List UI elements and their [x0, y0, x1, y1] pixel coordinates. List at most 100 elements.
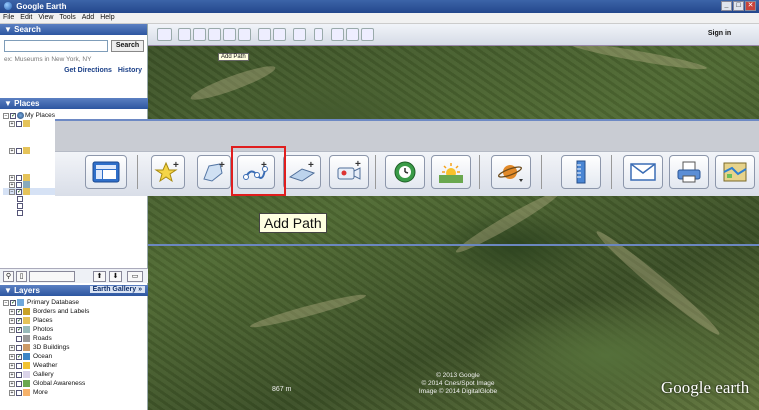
layer-item[interactable]: + Weather	[3, 361, 148, 370]
menu-file[interactable]: File	[3, 13, 14, 23]
expand-icon[interactable]: +	[9, 181, 15, 188]
add-placemark-button[interactable]: +	[151, 155, 185, 189]
panel-toggle-icon[interactable]: ▯	[16, 271, 27, 282]
print-button[interactable]	[669, 155, 709, 189]
sunlight-button[interactable]	[431, 155, 471, 189]
search-button[interactable]: Search	[111, 40, 144, 52]
checkbox[interactable]	[16, 344, 22, 351]
expand-icon[interactable]: +	[9, 371, 15, 378]
checkbox[interactable]	[16, 335, 22, 342]
close-button[interactable]: ✕	[745, 1, 756, 11]
checkbox[interactable]	[16, 371, 22, 378]
image-overlay-icon[interactable]	[223, 28, 236, 41]
expand-icon[interactable]: +	[9, 120, 15, 127]
checkbox[interactable]	[16, 317, 22, 324]
places-panel-header[interactable]: ▼ Places	[0, 98, 148, 109]
expand-icon[interactable]: +	[9, 344, 15, 351]
search-input[interactable]	[4, 40, 108, 52]
checkbox[interactable]	[16, 353, 22, 360]
layer-item[interactable]: − Primary Database	[3, 298, 148, 307]
checkbox[interactable]	[16, 362, 22, 369]
view-in-maps-button[interactable]	[715, 155, 755, 189]
layer-item[interactable]: + More	[3, 388, 148, 397]
sidebar-toggle-button[interactable]	[85, 155, 127, 189]
expand-icon[interactable]: −	[9, 188, 15, 195]
expand-icon[interactable]: +	[9, 326, 15, 333]
expand-icon[interactable]: +	[9, 353, 15, 360]
expand-icon[interactable]: +	[9, 389, 15, 396]
menu-edit[interactable]: Edit	[20, 13, 32, 23]
svg-text:+: +	[173, 160, 179, 171]
ruler-button[interactable]	[561, 155, 601, 189]
record-tour-button[interactable]: +	[329, 155, 369, 189]
layer-item[interactable]: + Photos	[3, 325, 148, 334]
checkbox[interactable]	[16, 188, 22, 195]
menu-add[interactable]: Add	[82, 13, 94, 23]
checkbox[interactable]	[16, 326, 22, 333]
menu-tools[interactable]: Tools	[59, 13, 75, 23]
expand-icon[interactable]: +	[9, 308, 15, 315]
sunlight-icon[interactable]	[273, 28, 286, 41]
expand-icon[interactable]: +	[9, 362, 15, 369]
menu-view[interactable]: View	[38, 13, 53, 23]
planets-button[interactable]	[491, 155, 531, 189]
search-places-icon[interactable]: ⚲	[3, 271, 14, 282]
sidebar-toggle-icon[interactable]	[157, 28, 172, 41]
menu-help[interactable]: Help	[100, 13, 114, 23]
email-icon[interactable]	[331, 28, 344, 41]
layer-item[interactable]: + Ocean	[3, 352, 148, 361]
checkbox[interactable]	[16, 389, 22, 396]
ruler-icon[interactable]	[314, 28, 323, 41]
down-arrow-icon[interactable]: ⬇	[109, 271, 122, 282]
places-filter-input[interactable]	[29, 271, 75, 282]
expand-icon[interactable]: +	[9, 147, 15, 154]
checkbox[interactable]	[17, 202, 23, 209]
earth-gallery-button[interactable]: Earth Gallery »	[89, 286, 145, 293]
checkbox[interactable]	[17, 209, 23, 216]
placemark-icon[interactable]	[178, 28, 191, 41]
checkbox[interactable]	[16, 120, 22, 127]
globe-icon	[17, 112, 24, 119]
checkbox[interactable]	[16, 380, 22, 387]
print-icon[interactable]	[346, 28, 359, 41]
expand-icon[interactable]: −	[3, 112, 9, 119]
layer-item[interactable]: + Gallery	[3, 370, 148, 379]
add-image-overlay-button[interactable]: +	[283, 155, 321, 189]
polygon-icon[interactable]	[193, 28, 206, 41]
folder-add-icon[interactable]: ▭	[127, 271, 143, 282]
layer-item[interactable]: + Borders and Labels	[3, 307, 148, 316]
email-button[interactable]	[623, 155, 663, 189]
expand-icon[interactable]: +	[9, 317, 15, 324]
checkbox[interactable]	[10, 299, 16, 306]
history-link[interactable]: History	[118, 67, 142, 74]
layer-item[interactable]: + Global Awareness	[3, 379, 148, 388]
historical-imagery-button[interactable]	[385, 155, 425, 189]
add-polygon-button[interactable]: +	[197, 155, 231, 189]
checkbox[interactable]	[16, 147, 22, 154]
sign-in-button[interactable]: Sign in	[680, 27, 759, 41]
up-arrow-icon[interactable]: ⬆	[93, 271, 106, 282]
historical-imagery-icon[interactable]	[258, 28, 271, 41]
record-tour-icon[interactable]	[238, 28, 251, 41]
checkbox[interactable]	[16, 308, 22, 315]
layers-panel-header[interactable]: ▼ Layers Earth Gallery »	[0, 285, 148, 296]
checkbox[interactable]	[17, 195, 23, 202]
get-directions-link[interactable]: Get Directions	[64, 67, 112, 74]
layer-item[interactable]: +Roads	[3, 334, 148, 343]
path-icon[interactable]	[208, 28, 221, 41]
layer-item[interactable]: + Places	[3, 316, 148, 325]
layer-item[interactable]: +3D Buildings	[3, 343, 148, 352]
search-panel-header[interactable]: ▼ Search	[0, 24, 147, 35]
map-view[interactable]	[148, 46, 759, 410]
minimize-button[interactable]: _	[721, 1, 732, 11]
view-in-maps-icon[interactable]	[361, 28, 374, 41]
expand-icon[interactable]: −	[3, 299, 9, 306]
planets-icon[interactable]	[293, 28, 306, 41]
expand-icon[interactable]: +	[9, 380, 15, 387]
checkbox[interactable]	[10, 112, 16, 119]
expand-icon[interactable]: +	[9, 174, 15, 181]
maximize-button[interactable]: □	[733, 1, 744, 11]
places-item-label[interactable]: My Places	[25, 111, 55, 120]
checkbox[interactable]	[16, 174, 22, 181]
checkbox[interactable]	[16, 181, 22, 188]
